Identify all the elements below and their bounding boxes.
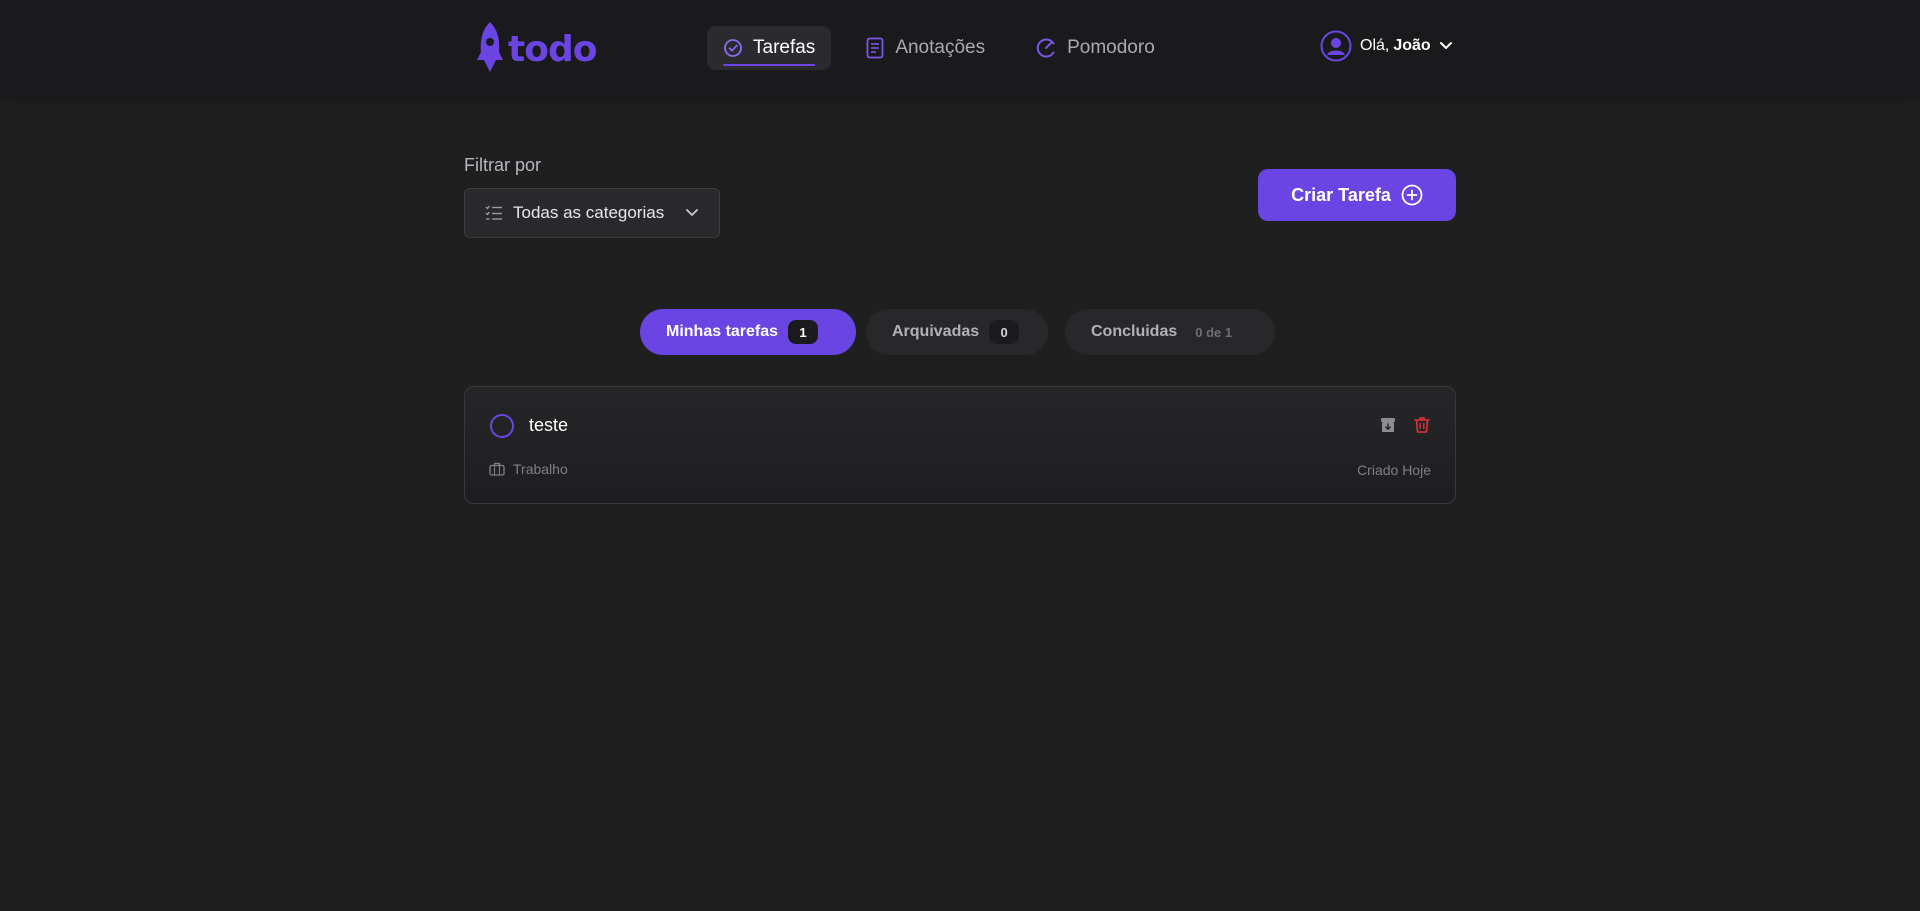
nav-label-anotacoes: Anotações: [895, 37, 986, 58]
rocket-icon: [477, 22, 503, 72]
create-task-button[interactable]: Criar Tarefa: [1258, 169, 1456, 221]
delete-task-button[interactable]: [1413, 416, 1431, 434]
task-actions: [1363, 416, 1431, 434]
filter-label: Filtrar por: [464, 155, 542, 175]
category-filter-select[interactable]: Todas as categorias: [464, 188, 720, 238]
tab-count-text: 0 de 1: [1195, 324, 1233, 340]
filter-selected-value: Todas as categorias: [513, 203, 665, 222]
pomodoro-icon: [1036, 38, 1055, 58]
avatar-icon: [1320, 30, 1352, 62]
task-created-date: Criado Hoje: [1357, 462, 1431, 478]
briefcase-icon: [489, 462, 505, 476]
chevron-down-icon: [1439, 42, 1452, 49]
main-nav: Tarefas Anotações Pomodoro: [707, 26, 1189, 70]
trash-icon: [1414, 417, 1430, 433]
tab-arquivadas[interactable]: Arquivadas 0: [866, 309, 1048, 355]
user-name: João: [1393, 37, 1431, 54]
chevron-down-icon: [686, 209, 698, 216]
user-menu[interactable]: Olá, João: [1320, 30, 1453, 62]
task-category-label: Trabalho: [513, 461, 568, 477]
filter-list-icon: [485, 205, 502, 220]
nav-label-tarefas: Tarefas: [753, 37, 816, 58]
create-task-label: Criar Tarefa: [1291, 184, 1391, 205]
user-greeting: Olá,: [1360, 37, 1390, 54]
notes-icon: [866, 37, 884, 59]
check-circle-icon: [724, 39, 742, 57]
task-card: teste Trabalho Criado Hoje: [464, 386, 1456, 504]
task-complete-checkbox[interactable]: [489, 413, 515, 439]
nav-item-anotacoes[interactable]: Anotações: [849, 26, 1001, 70]
tab-concluidas[interactable]: Concluidas 0 de 1: [1065, 309, 1275, 355]
tab-count-badge: 1: [788, 320, 819, 344]
task-category: Trabalho: [489, 461, 568, 477]
nav-label-pomodoro: Pomodoro: [1067, 37, 1155, 58]
nav-item-tarefas[interactable]: Tarefas: [707, 26, 832, 70]
plus-circle-icon: [1401, 184, 1423, 206]
brand-logo[interactable]: todo: [476, 20, 597, 74]
brand-name: todo: [508, 28, 597, 70]
tab-count-badge: 0: [989, 320, 1020, 344]
tab-minhas-tarefas[interactable]: Minhas tarefas 1: [640, 309, 856, 355]
tab-label: Minhas tarefas: [666, 323, 779, 340]
tab-label: Arquivadas: [892, 323, 980, 340]
top-header: todo Tarefas Anotações Pomodoro Olá, Joã…: [0, 0, 1920, 96]
nav-item-pomodoro[interactable]: Pomodoro: [1019, 26, 1171, 70]
tab-label: Concluidas: [1091, 323, 1178, 340]
archive-icon: [1381, 418, 1395, 432]
task-title: teste: [529, 415, 569, 435]
archive-task-button[interactable]: [1379, 416, 1397, 434]
